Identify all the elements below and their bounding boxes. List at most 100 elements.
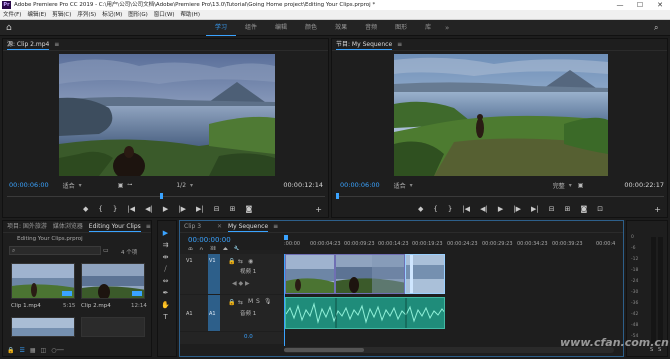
program-scrub-bar[interactable] <box>336 193 664 199</box>
selection-tool-icon[interactable]: ▶ <box>161 229 170 238</box>
go-to-out-button[interactable]: ▶| <box>531 205 539 213</box>
extract-button[interactable]: ⊞ <box>565 205 571 213</box>
clip-3-thumbnail[interactable] <box>11 317 75 337</box>
source-playhead[interactable] <box>159 193 163 199</box>
workspace-tab-assembly[interactable]: 组件 <box>236 20 266 36</box>
audio-clip[interactable] <box>285 297 445 329</box>
lock-icon[interactable]: 🔒 <box>228 299 235 306</box>
pen-tool-icon[interactable]: ✒ <box>161 289 170 298</box>
menu-graphics[interactable]: 图形(G) <box>128 10 148 19</box>
menu-sequence[interactable]: 序列(S) <box>77 10 96 19</box>
project-tab[interactable]: 项目: 国外旅游 <box>7 223 47 230</box>
camera-icon[interactable]: ◙ <box>245 205 252 213</box>
icon-view-icon[interactable]: ▦ <box>30 347 36 355</box>
master-volume[interactable]: 0.0 <box>244 334 253 340</box>
play-button[interactable]: ▶ <box>498 205 503 213</box>
timeline-timecode[interactable]: 00:00:00:00 <box>188 236 231 244</box>
media-browser-tab[interactable]: 媒体浏览器 <box>53 223 83 230</box>
comparison-view-button[interactable]: ⊡ <box>597 205 603 213</box>
program-quality-dropdown[interactable]: 完整 <box>553 181 565 190</box>
mark-out-button[interactable]: } <box>113 205 117 213</box>
panel-menu-icon[interactable]: ≡ <box>146 223 151 230</box>
close-icon[interactable]: ✕ <box>217 223 222 230</box>
workspace-tab-libraries[interactable]: 库 <box>416 20 440 36</box>
program-monitor-tab[interactable]: 节目: My Sequence <box>336 41 393 50</box>
timeline-tab-clip3[interactable]: Clip 3 <box>184 223 201 230</box>
type-tool-icon[interactable]: T <box>161 313 170 322</box>
lock-icon[interactable]: 🔒 <box>7 347 14 355</box>
maximize-button[interactable]: ☐ <box>630 0 650 10</box>
video-clip-3[interactable] <box>405 254 445 294</box>
workspace-more-button[interactable]: » <box>445 20 449 36</box>
source-video-frame[interactable] <box>59 54 275 176</box>
panel-menu-icon[interactable]: ≡ <box>273 223 278 230</box>
mark-in-button[interactable]: { <box>433 205 437 213</box>
program-current-timecode[interactable]: 00:00:06:00 <box>340 181 380 189</box>
menu-help[interactable]: 帮助(H) <box>181 10 200 19</box>
menu-markers[interactable]: 标记(M) <box>102 10 122 19</box>
zoom-slider-icon[interactable]: ○── <box>51 347 63 355</box>
go-to-out-button[interactable]: ▶| <box>196 205 204 213</box>
add-button[interactable]: + <box>315 205 322 214</box>
program-video-frame[interactable] <box>394 54 608 176</box>
razor-tool-icon[interactable]: ⧸ <box>161 265 170 274</box>
a1-source-patch[interactable]: A1 <box>186 311 193 317</box>
video-clip-2[interactable] <box>335 254 405 294</box>
v1-source-patch[interactable]: V1 <box>186 258 193 264</box>
mark-in-button[interactable]: { <box>98 205 102 213</box>
track-select-tool-icon[interactable]: ⇉ <box>161 241 170 250</box>
workspace-tab-graphics[interactable]: 图形 <box>386 20 416 36</box>
program-playhead[interactable] <box>336 193 339 199</box>
add-marker-button[interactable]: ◆ <box>83 205 88 213</box>
a1-mute-button[interactable]: M <box>248 298 253 305</box>
scrollbar-thumb[interactable] <box>284 348 364 352</box>
menu-clip[interactable]: 剪辑(C) <box>52 10 71 19</box>
freeform-view-icon[interactable]: ◫ <box>41 347 47 355</box>
panel-menu-icon[interactable]: ≡ <box>397 41 402 48</box>
step-forward-button[interactable]: |▶ <box>178 205 186 213</box>
eye-icon[interactable]: ◉ <box>248 258 253 265</box>
sequence-thumbnail[interactable] <box>81 317 145 337</box>
timeline-tab-sequence[interactable]: My Sequence <box>227 223 269 232</box>
panel-menu-icon[interactable]: ≡ <box>54 41 59 48</box>
minimize-button[interactable]: — <box>610 0 630 10</box>
go-to-in-button[interactable]: |◀ <box>127 205 135 213</box>
sync-lock-icon[interactable]: ⇆ <box>238 258 243 265</box>
video-clip-1[interactable] <box>285 254 335 294</box>
add-marker-button[interactable]: ◆ <box>418 205 423 213</box>
export-frame-icon[interactable]: ⊶ <box>127 182 132 188</box>
source-monitor-tab[interactable]: 源: Clip 2.mp4 <box>7 41 50 50</box>
close-button[interactable]: ✕ <box>650 0 670 10</box>
clip-1-thumbnail[interactable] <box>11 263 75 299</box>
play-button[interactable]: ▶ <box>163 205 168 213</box>
workspace-tab-learning[interactable]: 学习 <box>206 20 237 36</box>
workspace-tab-effects[interactable]: 效果 <box>326 20 356 36</box>
timeline-playhead-marker[interactable] <box>284 235 288 240</box>
source-scrub-bar[interactable] <box>7 193 325 199</box>
slip-tool-icon[interactable]: ⇔ <box>161 277 170 286</box>
menu-edit[interactable]: 编辑(E) <box>27 10 46 19</box>
sync-lock-icon[interactable]: ⇆ <box>238 299 243 306</box>
step-back-button[interactable]: ◀| <box>480 205 488 213</box>
workspace-tab-editing[interactable]: 编辑 <box>266 20 296 36</box>
project-search-input[interactable]: ⌕ <box>9 246 101 255</box>
timeline-ruler[interactable]: :00:00 00:00:04:23 00:00:09:23 00:00:14:… <box>284 235 620 249</box>
ripple-edit-tool-icon[interactable]: ⇹ <box>161 253 170 262</box>
step-forward-button[interactable]: |▶ <box>513 205 521 213</box>
microphone-icon[interactable]: 🎙 <box>264 298 272 305</box>
home-icon[interactable]: ⌂ <box>6 23 16 33</box>
lift-button[interactable]: ⊟ <box>549 205 555 213</box>
menu-window[interactable]: 窗口(W) <box>154 10 175 19</box>
list-view-icon[interactable]: ☰ <box>19 347 24 355</box>
step-back-button[interactable]: ◀| <box>145 205 153 213</box>
a1-solo-button[interactable]: S <box>256 298 260 305</box>
settings-icon[interactable]: ▣ <box>118 182 124 189</box>
hand-tool-icon[interactable]: ✋ <box>161 301 170 310</box>
mark-out-button[interactable]: } <box>448 205 452 213</box>
go-to-in-button[interactable]: |◀ <box>462 205 470 213</box>
bin-tab[interactable]: Editing Your Clips <box>88 223 141 232</box>
keyframe-nav-icon[interactable]: ◀ ◆ ▶ <box>232 280 250 287</box>
menu-file[interactable]: 文件(F) <box>3 10 21 19</box>
source-resolution-dropdown[interactable]: 1/2 <box>176 182 186 189</box>
clip-2-thumbnail[interactable] <box>81 263 145 299</box>
